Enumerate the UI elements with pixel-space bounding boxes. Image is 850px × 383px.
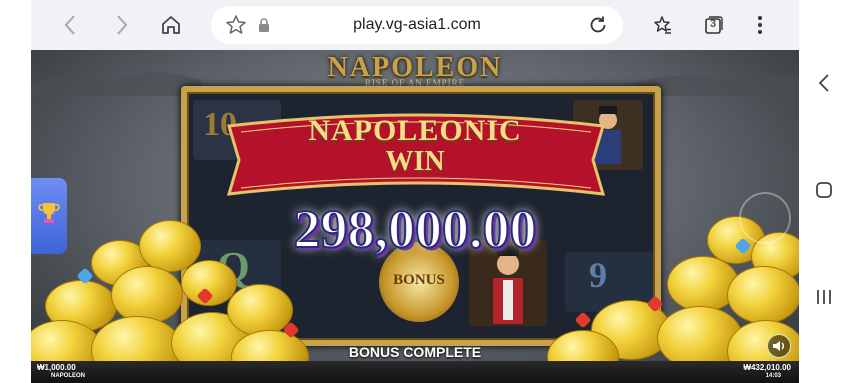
rail-back-icon[interactable] bbox=[809, 68, 839, 98]
bet-amount: ₩1,000.00 bbox=[37, 363, 76, 372]
bonus-status-text: BONUS COMPLETE bbox=[348, 344, 482, 360]
game-logo: NAPOLEON RISE OF AN EMPIRE bbox=[31, 52, 799, 88]
banner-line-2: WIN bbox=[385, 146, 445, 177]
more-vertical-icon[interactable] bbox=[745, 10, 775, 40]
url-text[interactable]: play.vg-asia1.com bbox=[211, 16, 623, 34]
back-arrow-icon[interactable] bbox=[55, 10, 85, 40]
home-icon[interactable] bbox=[156, 10, 186, 40]
system-nav-rail bbox=[799, 0, 850, 383]
game-status-strip: ₩1,000.00 NAPOLEON ₩432,010.00 14:03 bbox=[31, 361, 799, 383]
tabs-icon[interactable]: 3 bbox=[698, 10, 728, 40]
bookmarks-icon[interactable] bbox=[647, 10, 677, 40]
rail-home-icon[interactable] bbox=[809, 175, 839, 205]
browser-toolbar: play.vg-asia1.com 3 bbox=[31, 0, 799, 50]
bonus-symbol-label: BONUS bbox=[393, 272, 445, 288]
tab-count: 3 bbox=[710, 18, 717, 30]
clock-label: 14:03 bbox=[765, 373, 781, 379]
bonus-status-bar: BONUS COMPLETE bbox=[31, 344, 799, 362]
trophy-icon bbox=[38, 203, 60, 223]
reload-icon[interactable] bbox=[583, 10, 613, 40]
autoplay-ghost-button[interactable] bbox=[739, 192, 791, 244]
sound-icon[interactable] bbox=[767, 334, 791, 358]
forward-arrow-icon[interactable] bbox=[107, 10, 137, 40]
game-name-label: NAPOLEON bbox=[51, 373, 86, 379]
rail-recents-icon[interactable] bbox=[809, 282, 839, 312]
gem bbox=[574, 311, 592, 329]
game-canvas[interactable]: NAPOLEON RISE OF AN EMPIRE 10 Q BONUS 9 … bbox=[31, 50, 799, 383]
trophy-tab[interactable] bbox=[31, 178, 67, 254]
balance-amount: ₩432,010.00 bbox=[743, 363, 791, 372]
gold-coin bbox=[111, 266, 183, 324]
banner-line-1: NAPOLEONIC bbox=[308, 114, 522, 147]
address-bar[interactable]: play.vg-asia1.com bbox=[211, 6, 623, 44]
gold-coin bbox=[727, 266, 799, 324]
